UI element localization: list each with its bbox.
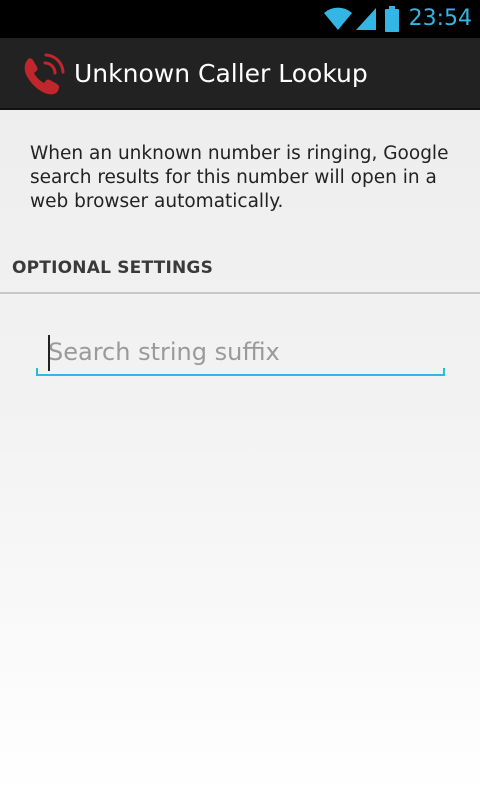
action-bar: Unknown Caller Lookup — [0, 38, 480, 110]
section-divider — [0, 292, 480, 294]
phone-ringing-icon[interactable] — [18, 50, 68, 100]
app-title: Unknown Caller Lookup — [74, 59, 368, 88]
description-text: When an unknown number is ringing, Googl… — [30, 143, 449, 212]
section-header: OPTIONAL SETTINGS — [12, 258, 214, 278]
cell-signal-icon — [355, 7, 377, 31]
search-suffix-field[interactable] — [36, 330, 445, 380]
status-bar: 23:54 — [0, 0, 480, 38]
text-cursor — [48, 335, 50, 371]
input-underline-right-tick — [443, 368, 445, 376]
status-icons: 23:54 — [323, 0, 472, 38]
clock: 23:54 — [408, 6, 472, 31]
input-underline — [36, 374, 445, 376]
battery-icon — [384, 6, 399, 32]
wifi-icon — [323, 7, 353, 31]
input-underline-left-tick — [36, 368, 38, 376]
search-suffix-input[interactable] — [36, 330, 445, 374]
